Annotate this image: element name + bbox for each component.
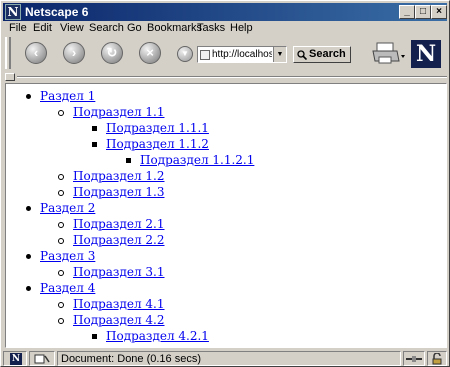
tree-link[interactable]: Раздел 3 [40, 249, 95, 263]
toolbar-collapse-bar [5, 73, 447, 81]
tree-link[interactable]: Подраздел 1.1.2.1 [140, 153, 254, 167]
disc-bullet [26, 94, 31, 99]
url-field[interactable]: http://localhost/ ▼ [197, 46, 287, 63]
menu-bar: File Edit View Search Go Bookmarks Tasks… [3, 22, 447, 36]
circle-bullet [58, 301, 64, 308]
list-item: Раздел 2 [26, 200, 95, 216]
online-status-icon[interactable] [34, 353, 50, 365]
url-dropdown-icon[interactable]: ▼ [273, 47, 286, 62]
menu-search[interactable]: Search [89, 22, 124, 34]
toolbar-collapse-tab[interactable] [5, 73, 15, 81]
circle-bullet [58, 173, 64, 180]
list-item: Подраздел 1.2 [58, 168, 164, 184]
status-security-cell[interactable] [427, 351, 447, 366]
menu-view[interactable]: View [60, 22, 84, 34]
close-button[interactable]: × [431, 5, 447, 19]
square-bullet [92, 142, 97, 147]
status-text-cell: Document: Done (0.16 secs) [57, 351, 401, 366]
disc-bullet [26, 254, 31, 259]
status-online-cell[interactable] [29, 351, 55, 366]
tree-link[interactable]: Подраздел 4.1 [73, 297, 164, 311]
circle-bullet [58, 317, 64, 324]
tree-link[interactable]: Подраздел 1.1.2 [106, 137, 209, 151]
list-item: Подраздел 2.1 [58, 216, 164, 232]
status-progress-cell [403, 351, 425, 366]
forward-icon[interactable]: › [63, 42, 85, 64]
list-item: Раздел 3 [26, 248, 95, 264]
disc-bullet [26, 286, 31, 291]
lock-icon[interactable] [431, 353, 443, 365]
tree-link[interactable]: Подраздел 1.1.1 [106, 121, 209, 135]
tree-link[interactable]: Подраздел 3.1 [73, 265, 164, 279]
stop-icon[interactable]: × [139, 42, 161, 64]
square-bullet [126, 158, 131, 163]
window-title: Netscape 6 [25, 5, 89, 19]
back-icon[interactable]: ‹ [25, 42, 47, 64]
netscape-logo[interactable]: N [411, 40, 441, 68]
menu-bookmarks[interactable]: Bookmarks [147, 22, 202, 34]
status-component-cell[interactable]: N [3, 351, 27, 366]
tree-link[interactable]: Подраздел 1.2 [73, 169, 164, 183]
circle-bullet [58, 109, 64, 116]
list-item: Подраздел 4.2 [58, 312, 164, 328]
tree-link[interactable]: Подраздел 1.3 [73, 185, 164, 199]
list-item: Подраздел 1.1.2 [92, 136, 209, 152]
tree-link[interactable]: Подраздел 4.2 [73, 313, 164, 327]
square-bullet [92, 334, 97, 339]
maximize-button[interactable]: □ [415, 5, 431, 19]
chevron-down-icon[interactable]: ▼ [177, 46, 193, 62]
menu-go[interactable]: Go [127, 22, 142, 34]
minimize-button[interactable]: _ [399, 5, 415, 19]
list-item: Подраздел 1.1.2.1 [126, 152, 254, 168]
netscape-app-icon[interactable]: N [5, 4, 21, 20]
list-item: Подраздел 1.1 [58, 104, 164, 120]
disc-bullet [26, 206, 31, 211]
status-text: Document: Done (0.16 secs) [61, 353, 202, 365]
menu-file[interactable]: File [9, 22, 27, 34]
navigation-toolbar: ‹ › ↻ × ▼ http://localhost/ ▼ Search N [3, 35, 447, 71]
list-item: Подраздел 2.2 [58, 232, 164, 248]
search-button-label: Search [309, 48, 346, 60]
status-bar: N Document: Done (0.16 secs) [3, 351, 447, 366]
tree-link[interactable]: Подраздел 2.1 [73, 217, 164, 231]
square-bullet [92, 126, 97, 131]
menu-edit[interactable]: Edit [33, 22, 52, 34]
print-icon[interactable] [371, 41, 407, 67]
search-button[interactable]: Search [293, 46, 351, 63]
tree-link[interactable]: Подраздел 2.2 [73, 233, 164, 247]
tree-link[interactable]: Подраздел 1.1 [73, 105, 164, 119]
tree-link[interactable]: Раздел 4 [40, 281, 95, 295]
tree-link[interactable]: Раздел 1 [40, 89, 95, 103]
url-text: http://localhost/ [212, 49, 272, 60]
search-icon [297, 50, 307, 60]
tree-link[interactable]: Раздел 2 [40, 201, 95, 215]
reload-icon[interactable]: ↻ [101, 42, 123, 64]
list-item: Раздел 4 [26, 280, 95, 296]
toolbar-divider [17, 76, 447, 78]
list-item: Подраздел 4.2.1 [92, 328, 209, 344]
netscape-status-icon[interactable]: N [10, 353, 22, 365]
circle-bullet [58, 221, 64, 228]
title-bar[interactable]: N Netscape 6 _ □ × [3, 3, 447, 21]
list-item: Подраздел 3.1 [58, 264, 164, 280]
toolbar-grip[interactable] [5, 37, 11, 69]
menu-help[interactable]: Help [230, 22, 253, 34]
list-item: Подраздел 4.1 [58, 296, 164, 312]
connection-icon [406, 356, 422, 362]
page-icon [200, 50, 210, 60]
circle-bullet [58, 189, 64, 196]
list-item: Подраздел 1.1.1 [92, 120, 209, 136]
menu-tasks[interactable]: Tasks [197, 22, 225, 34]
list-item: Раздел 1 [26, 88, 95, 104]
list-item: Подраздел 1.3 [58, 184, 164, 200]
circle-bullet [58, 269, 64, 276]
tree-link[interactable]: Подраздел 4.2.1 [106, 329, 209, 343]
circle-bullet [58, 237, 64, 244]
browser-window: N Netscape 6 _ □ × File Edit View Search… [0, 0, 450, 367]
page-content: Раздел 1 Подраздел 1.1 Подраздел 1.1.1 П… [5, 83, 447, 348]
